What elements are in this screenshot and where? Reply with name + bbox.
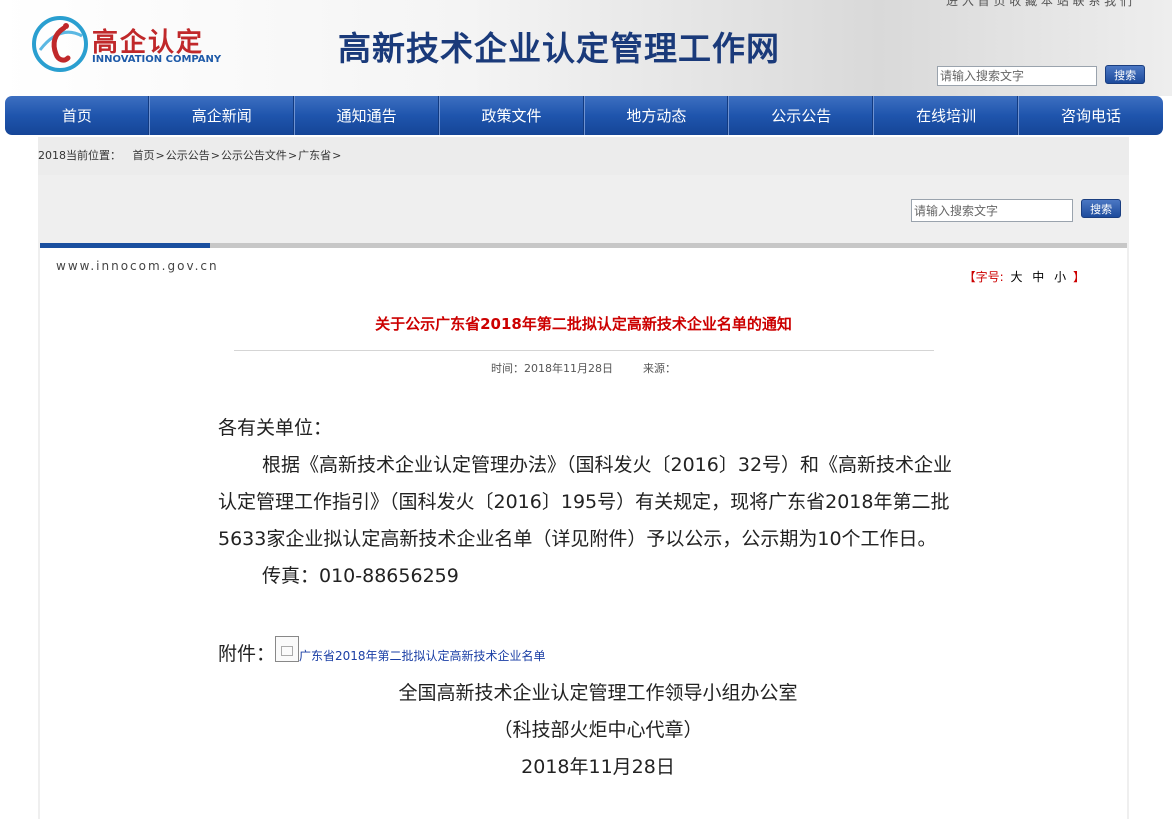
attachment-label: 附件： <box>218 643 276 665</box>
breadcrumb-separator: > <box>332 149 342 162</box>
article-body: 各有关单位： 根据《高新技术企业认定管理办法》（国科发火〔2016〕32号）和《… <box>218 410 958 786</box>
nav-item-training[interactable]: 在线培训 <box>874 96 1020 135</box>
tab-divider-active <box>40 243 210 248</box>
article-title: 关于公示广东省2018年第二批拟认定高新技术企业名单的通知 <box>375 315 792 333</box>
breadcrumb-prefix: 2018当前位置： <box>38 149 121 162</box>
site-title: 高新技术企业认定管理工作网 <box>338 29 780 68</box>
font-size-small[interactable]: 小 <box>1054 270 1066 284</box>
signature-date: 2018年11月28日 <box>521 756 675 778</box>
signature-proxy: （科技部火炬中心代章） <box>493 719 703 741</box>
article-meta: 时间：2018年11月28日 来源： <box>40 360 1127 376</box>
content-search-input[interactable] <box>911 199 1073 222</box>
article-attachment: 附件： 广东省2018年第二批拟认定高新技术企业名单 <box>218 636 958 675</box>
font-size-large[interactable]: 大 <box>1010 270 1022 284</box>
breadcrumb-item-home[interactable]: 首页 <box>133 137 155 175</box>
font-size-label: 【字号: <box>963 270 1004 284</box>
breadcrumb-item-announcements[interactable]: 公示公告 <box>166 137 210 175</box>
article-time: 时间：2018年11月28日 <box>491 362 613 375</box>
article-salutation: 各有关单位： <box>218 417 333 439</box>
signature-organization: 全国高新技术企业认定管理工作领导小组办公室 <box>398 682 798 704</box>
site-logo[interactable]: 高企认定 INNOVATION COMPANY <box>30 14 222 74</box>
breadcrumb-item-announcement-files[interactable]: 公示公告文件 <box>221 137 287 175</box>
main-nav: 首页 高企新闻 通知通告 政策文件 地方动态 公示公告 在线培训 咨询电话 <box>5 96 1163 135</box>
site-header: 进 入 首 页 收 藏 本 站 联 系 我 们 高企认定 INNOVATION … <box>0 0 1172 96</box>
logo-mark-icon <box>32 16 88 72</box>
attachment-link[interactable]: 广东省2018年第二批拟认定高新技术企业名单 <box>299 649 546 663</box>
header-search-input[interactable] <box>937 66 1097 86</box>
font-size-switcher: 【字号: 大 中 小 】 <box>964 268 1085 285</box>
header-search: 搜索 <box>937 65 1146 86</box>
nav-item-hotline[interactable]: 咨询电话 <box>1019 96 1163 135</box>
nav-item-home[interactable]: 首页 <box>5 96 150 135</box>
article-fax: 传真：010-88656259 <box>262 565 459 587</box>
nav-item-notices[interactable]: 通知通告 <box>295 96 440 135</box>
breadcrumb-separator: > <box>287 149 298 162</box>
file-icon <box>275 636 300 662</box>
nav-item-announcements[interactable]: 公示公告 <box>729 96 875 135</box>
breadcrumb-separator: > <box>210 149 220 162</box>
article-panel: www.innocom.gov.cn 【字号: 大 中 小 】 关于公示广东省2… <box>40 243 1127 823</box>
article-paragraph: 根据《高新技术企业认定管理办法》（国科发火〔2016〕32号）和《高新技术企业认… <box>218 454 953 550</box>
nav-item-policy[interactable]: 政策文件 <box>440 96 585 135</box>
site-domain: www.innocom.gov.cn <box>56 259 219 273</box>
breadcrumb: 2018当前位置： 首页>公示公告>公示公告文件>广东省> <box>38 137 1129 175</box>
nav-item-local[interactable]: 地方动态 <box>585 96 730 135</box>
content-search-button[interactable]: 搜索 <box>1081 199 1122 218</box>
header-search-button[interactable]: 搜索 <box>1105 65 1146 84</box>
font-size-medium[interactable]: 中 <box>1032 270 1044 284</box>
nav-item-news[interactable]: 高企新闻 <box>150 96 295 135</box>
content-search: 搜索 <box>911 199 1122 222</box>
title-divider <box>234 350 934 351</box>
logo-english-text: INNOVATION COMPANY <box>92 54 222 65</box>
article-source: 来源： <box>643 362 676 375</box>
breadcrumb-separator: > <box>155 149 165 162</box>
top-links[interactable]: 进 入 首 页 收 藏 本 站 联 系 我 们 <box>946 0 1132 9</box>
breadcrumb-item-guangdong[interactable]: 广东省 <box>298 137 331 175</box>
font-size-end: 】 <box>1072 270 1085 284</box>
